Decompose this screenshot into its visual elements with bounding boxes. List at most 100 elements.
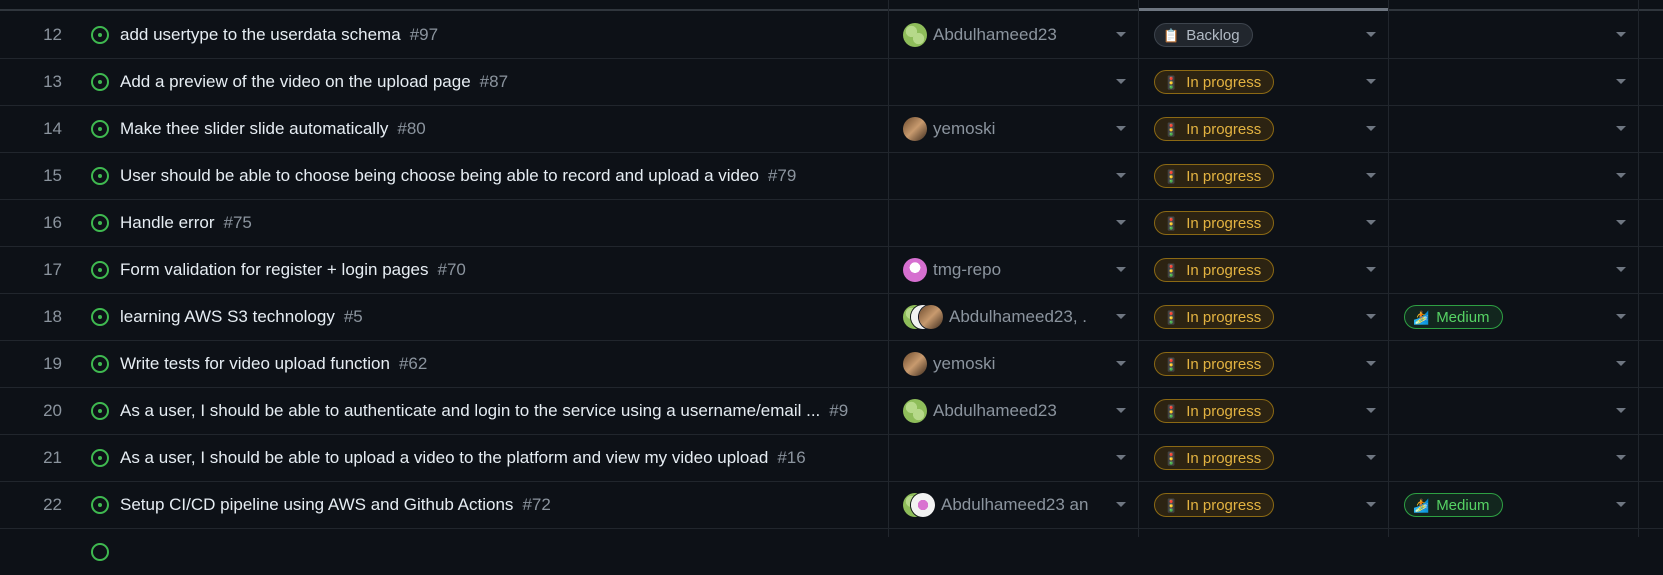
avatar — [903, 23, 927, 47]
table-row[interactable]: 17 Form validation for register + login p… — [0, 247, 1663, 294]
issue-title-link[interactable]: As a user, I should be able to authentic… — [120, 401, 820, 420]
chevron-down-icon[interactable] — [1116, 361, 1126, 366]
chevron-down-icon[interactable] — [1366, 408, 1376, 413]
issue-title-link[interactable]: add usertype to the userdata schema — [120, 25, 401, 44]
chevron-down-icon[interactable] — [1116, 79, 1126, 84]
issue-title-cell[interactable]: Make thee slider slide automatically #80 — [120, 106, 875, 152]
status-badge[interactable]: 🚦 In progress — [1154, 352, 1275, 376]
issue-title-link[interactable]: Handle error — [120, 213, 215, 232]
chevron-down-icon[interactable] — [1616, 267, 1626, 272]
issue-title-link[interactable]: As a user, I should be able to upload a … — [120, 448, 768, 467]
issue-title-link[interactable]: User should be able to choose being choo… — [120, 166, 759, 185]
chevron-down-icon[interactable] — [1616, 126, 1626, 131]
chevron-down-icon[interactable] — [1616, 173, 1626, 178]
traffic-light-icon: 🚦 — [1163, 122, 1180, 137]
chevron-down-icon[interactable] — [1116, 267, 1126, 272]
issue-title-cell[interactable]: Handle error #75 — [120, 200, 875, 246]
issue-title-cell[interactable]: As a user, I should be able to upload a … — [120, 435, 875, 481]
chevron-down-icon[interactable] — [1116, 32, 1126, 37]
issue-number: #79 — [767, 166, 797, 185]
chevron-down-icon[interactable] — [1616, 32, 1626, 37]
table-row[interactable]: 20 As a user, I should be able to authent… — [0, 388, 1663, 435]
chevron-down-icon[interactable] — [1616, 314, 1626, 319]
assignees-cell[interactable]: Abdulhameed23 — [888, 12, 1128, 58]
status-badge[interactable]: 🚦 In progress — [1154, 258, 1275, 282]
issue-title-cell[interactable]: Setup CI/CD pipeline using AWS and Githu… — [120, 482, 875, 528]
table-row[interactable]: 14 Make thee slider slide automatically #8… — [0, 106, 1663, 153]
chevron-down-icon[interactable] — [1366, 314, 1376, 319]
issue-title-cell[interactable]: add usertype to the userdata schema #97 — [120, 12, 875, 58]
chevron-down-icon[interactable] — [1116, 314, 1126, 319]
chevron-down-icon[interactable] — [1366, 173, 1376, 178]
priority-badge[interactable]: 🏄 Medium — [1404, 305, 1503, 329]
status-badge[interactable]: 🚦 In progress — [1154, 117, 1275, 141]
issue-number: #75 — [223, 213, 252, 232]
status-badge[interactable]: 🚦 In progress — [1154, 164, 1275, 188]
chevron-down-icon[interactable] — [1116, 455, 1126, 460]
issue-title-cell[interactable]: Add a preview of the video on the upload… — [120, 59, 875, 105]
priority-label: Medium — [1436, 497, 1490, 514]
chevron-down-icon[interactable] — [1366, 79, 1376, 84]
assignees-cell[interactable]: yemoski — [888, 106, 1128, 152]
priority-badge[interactable]: 🏄 Medium — [1404, 493, 1503, 517]
chevron-down-icon[interactable] — [1116, 408, 1126, 413]
issue-title-link[interactable]: Form validation for register + login pag… — [120, 260, 429, 279]
chevron-down-icon[interactable] — [1116, 126, 1126, 131]
chevron-down-icon[interactable] — [1116, 220, 1126, 225]
assignees-cell[interactable] — [888, 435, 1128, 481]
table-row[interactable]: 12 add usertype to the userdata schema #97… — [0, 12, 1663, 59]
chevron-down-icon[interactable] — [1366, 220, 1376, 225]
issue-title-link[interactable]: Make thee slider slide automatically — [120, 119, 388, 138]
status-badge[interactable]: 🚦 In progress — [1154, 211, 1275, 235]
issue-title-cell[interactable]: Write tests for video upload function #62 — [120, 341, 875, 387]
table-row[interactable]: 13 Add a preview of the video on the uplo… — [0, 59, 1663, 106]
issue-title-cell[interactable]: As a user, I should be able to authentic… — [120, 388, 875, 434]
table-row[interactable]: 18 learning AWS S3 technology #5 Abdulhamee… — [0, 294, 1663, 341]
chevron-down-icon[interactable] — [1616, 79, 1626, 84]
assignees-cell[interactable] — [888, 200, 1128, 246]
row-index: 22 — [43, 495, 62, 514]
chevron-down-icon[interactable] — [1366, 126, 1376, 131]
chevron-down-icon[interactable] — [1366, 361, 1376, 366]
issue-title-link[interactable]: Write tests for video upload function — [120, 354, 390, 373]
table-row[interactable]: 19 Write tests for video upload function #… — [0, 341, 1663, 388]
chevron-down-icon[interactable] — [1366, 267, 1376, 272]
chevron-down-icon[interactable] — [1366, 32, 1376, 37]
traffic-light-icon: 🚦 — [1163, 263, 1180, 278]
priority-label: Medium — [1436, 309, 1490, 326]
assignees-cell[interactable]: Abdulhameed23, ... — [888, 294, 1128, 340]
status-badge[interactable]: 🚦 In progress — [1154, 493, 1275, 517]
status-badge[interactable]: 🚦 In progress — [1154, 446, 1275, 470]
chevron-down-icon[interactable] — [1616, 408, 1626, 413]
table-row[interactable]: 16 Handle error #75 🚦 In progress — [0, 200, 1663, 247]
table-row[interactable]: 22 Setup CI/CD pipeline using AWS and Git… — [0, 482, 1663, 529]
chevron-down-icon[interactable] — [1616, 455, 1626, 460]
status-badge[interactable]: 📋 Backlog — [1154, 23, 1253, 47]
assignees-cell[interactable]: tmg-repo — [888, 247, 1128, 293]
issue-title-link[interactable]: Add a preview of the video on the upload… — [120, 72, 471, 91]
table-row[interactable]: 15 User should be able to choose being ch… — [0, 153, 1663, 200]
chevron-down-icon[interactable] — [1116, 502, 1126, 507]
assignees-cell[interactable]: Abdulhameed23 an... — [888, 482, 1128, 528]
status-badge[interactable]: 🚦 In progress — [1154, 399, 1275, 423]
table-row[interactable]: 21 As a user, I should be able to upload … — [0, 435, 1663, 482]
assignees-cell[interactable]: yemoski — [888, 341, 1128, 387]
issue-title-link[interactable]: learning AWS S3 technology — [120, 307, 335, 326]
issue-title-cell[interactable]: Form validation for register + login pag… — [120, 247, 875, 293]
table-row[interactable] — [0, 529, 1663, 575]
assignees-cell[interactable] — [888, 59, 1128, 105]
status-badge[interactable]: 🚦 In progress — [1154, 70, 1275, 94]
chevron-down-icon[interactable] — [1616, 502, 1626, 507]
issue-title-cell[interactable]: User should be able to choose being choo… — [120, 153, 875, 199]
assignees-cell[interactable]: Abdulhameed23 — [888, 388, 1128, 434]
chevron-down-icon[interactable] — [1366, 455, 1376, 460]
chevron-down-icon[interactable] — [1616, 361, 1626, 366]
chevron-down-icon[interactable] — [1366, 502, 1376, 507]
issue-title-cell[interactable]: learning AWS S3 technology #5 — [120, 294, 875, 340]
chevron-down-icon[interactable] — [1116, 173, 1126, 178]
issue-title-link[interactable]: Setup CI/CD pipeline using AWS and Githu… — [120, 495, 513, 514]
chevron-down-icon[interactable] — [1616, 220, 1626, 225]
status-badge[interactable]: 🚦 In progress — [1154, 305, 1275, 329]
status-label: Backlog — [1186, 27, 1240, 44]
assignees-cell[interactable] — [888, 153, 1128, 199]
